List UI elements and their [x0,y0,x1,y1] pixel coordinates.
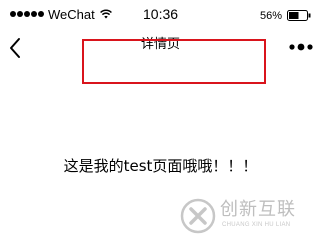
watermark-x-icon [180,198,216,234]
clock-time: 10:36 [143,6,179,22]
more-dots-icon[interactable] [289,43,313,51]
battery-percent: 56% [260,10,283,22]
status-bar: WeChat 10:36 56% [0,0,321,28]
carrier-name: WeChat [48,7,95,22]
annotation-highlight-box [82,39,266,84]
watermark-name-cn: 创新互联 [220,199,296,220]
battery-icon [287,10,311,21]
watermark-name-en: CHUANG XIN HU LIAN [222,222,291,228]
watermark-logo: 创新互联 CHUANG XIN HU LIAN [180,196,315,236]
wifi-icon [100,9,112,19]
signal-strength-icon [10,11,45,17]
page-content-text: 这是我的test页面哦哦！！！ [63,157,258,175]
